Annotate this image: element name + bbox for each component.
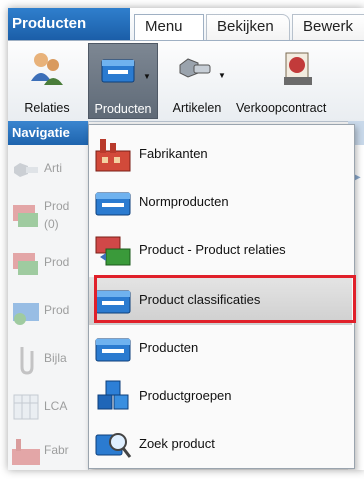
navigation-panel: Navigatie Arti Prod (0) Prod Prod Bijla … — [8, 121, 89, 470]
factory-icon — [95, 139, 131, 172]
tab-menu[interactable]: Menu — [134, 14, 204, 40]
paperclip-icon — [20, 347, 34, 375]
relations-icon — [31, 53, 63, 85]
cubes-icon — [97, 380, 129, 410]
menu-item-label: Product classificaties — [139, 292, 261, 307]
navigation-header: Navigatie — [8, 121, 88, 145]
calendar-grid-icon — [13, 394, 39, 420]
nav-item-label: Bijla — [44, 351, 67, 365]
artikelen-button[interactable]: ▼ Artikelen — [160, 43, 234, 119]
bolt-nut-icon — [14, 163, 38, 177]
nav-item-count: (0) — [44, 217, 59, 231]
tab-bewerk[interactable]: Bewerk — [292, 14, 364, 40]
nav-item-lca[interactable]: LCA — [10, 387, 88, 427]
relaties-label: Relaties — [24, 101, 70, 115]
nav-item-bijlagen[interactable]: Bijla — [10, 339, 88, 379]
product-box-icon — [101, 59, 135, 83]
nav-item-fabrikanten[interactable]: Fabr — [10, 431, 88, 470]
menu-item-fabrikanten[interactable]: Fabrikanten — [89, 131, 352, 179]
producten-label: Producten — [94, 102, 152, 116]
product-relation-icon — [13, 205, 38, 227]
chevron-down-icon: ▼ — [143, 72, 151, 81]
nav-item-label: Prod — [44, 255, 70, 269]
bolt-nut-icon — [179, 58, 211, 78]
factory-icon — [12, 439, 40, 465]
nav-item-label: Arti — [44, 161, 62, 175]
menu-item-product-product-relaties[interactable]: Product - Product relaties — [89, 227, 352, 275]
menu-item-label: Normproducten — [139, 194, 229, 209]
product-relation-icon — [13, 253, 38, 275]
nav-item-productgroepen[interactable]: Prod — [10, 291, 88, 331]
app-window: Producten Menu Bekijken Bewerk Relaties … — [8, 8, 364, 470]
producten-dropdown-menu: Fabrikanten Normproducten Product - Prod… — [88, 124, 355, 469]
nav-item-label: Prod — [44, 303, 70, 317]
magnifier-icon — [95, 433, 132, 458]
app-tab-producten[interactable]: Producten — [8, 8, 130, 40]
product-box-icon — [13, 303, 39, 325]
menu-item-label: Product - Product relaties — [139, 242, 286, 257]
ribbon-tab-strip: Producten Menu Bekijken Bewerk — [8, 8, 364, 40]
artikelen-label: Artikelen — [172, 101, 222, 115]
nav-item-label: Prod — [44, 199, 70, 213]
verkoopcontract-label: Verkoopcontract — [236, 101, 327, 115]
menu-item-producten[interactable]: Producten — [89, 325, 352, 373]
menu-item-zoek-product[interactable]: Zoek product — [89, 421, 352, 469]
menu-item-label: Zoek product — [139, 436, 215, 451]
menu-item-product-classificaties[interactable]: Product classificaties — [89, 277, 352, 325]
nav-item-product-relaties[interactable]: Prod (0) — [10, 195, 88, 235]
product-box-icon — [95, 338, 131, 362]
producten-button[interactable]: ▼ Producten — [88, 43, 158, 119]
menu-item-productgroepen[interactable]: Productgroepen — [89, 373, 352, 421]
menu-item-normproducten[interactable]: Normproducten — [89, 179, 352, 227]
tab-bekijken[interactable]: Bekijken — [206, 14, 290, 40]
nav-item-producten[interactable]: Prod — [10, 243, 88, 283]
menu-item-label: Producten — [139, 340, 199, 355]
nav-item-label: Fabr — [44, 443, 69, 457]
relaties-button[interactable]: Relaties — [8, 43, 86, 119]
menu-item-label: Fabrikanten — [139, 146, 208, 161]
product-box-icon — [95, 290, 131, 314]
product-relation-icon — [95, 236, 131, 266]
ribbon-toolbar: Relaties ▼ Producten ▼ Artikelen Verkoop… — [8, 40, 364, 122]
nav-item-label: LCA — [44, 399, 68, 413]
chevron-down-icon: ▼ — [218, 71, 226, 80]
contract-icon — [284, 52, 312, 85]
verkoopcontract-button[interactable]: Verkoopcontract — [234, 43, 364, 119]
menu-item-label: Productgroepen — [139, 388, 232, 403]
nav-item-artikelen[interactable]: Arti — [10, 149, 88, 189]
product-box-icon — [95, 192, 131, 216]
